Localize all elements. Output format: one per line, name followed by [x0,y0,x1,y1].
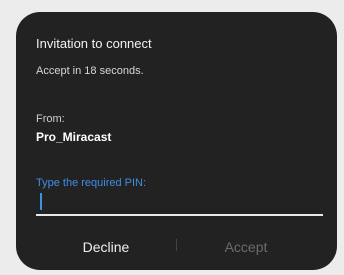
accept-button[interactable]: Accept [176,234,316,260]
decline-button[interactable]: Decline [36,234,176,260]
connection-invitation-dialog: Invitation to connect Accept in 18 secon… [16,12,337,270]
from-label: From: [36,113,65,125]
text-cursor [40,193,42,210]
pin-input[interactable] [36,190,323,216]
countdown-text: Accept in 18 seconds. [36,65,144,77]
device-name: Pro_Miracast [36,130,112,144]
pin-field-label: Type the required PIN: [36,177,147,189]
dialog-title: Invitation to connect [36,36,152,51]
